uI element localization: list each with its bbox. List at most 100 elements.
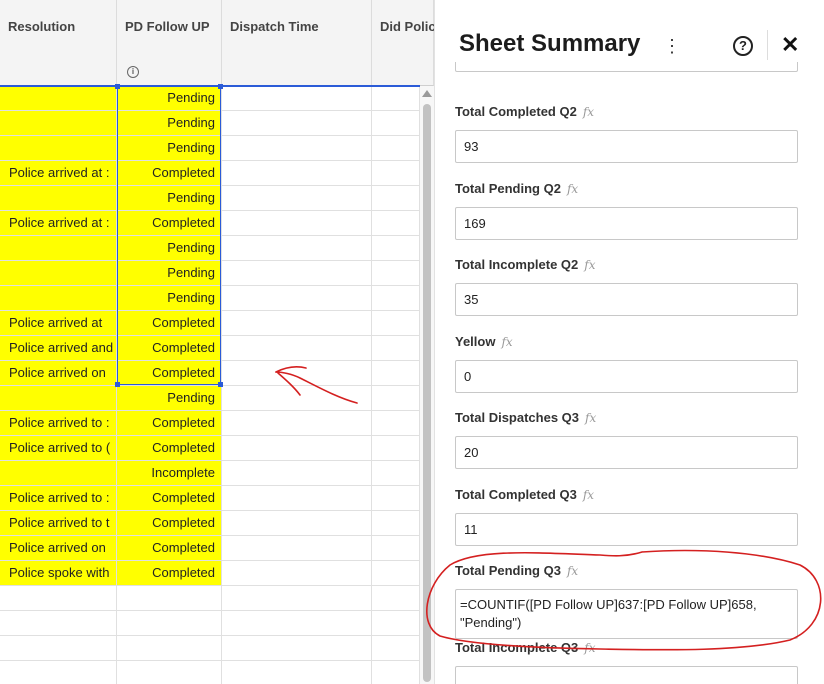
did-police-cell[interactable] (372, 136, 420, 161)
dispatch-time-cell[interactable] (222, 311, 372, 336)
did-police-cell[interactable] (372, 111, 420, 136)
summary-field-value[interactable]: 11 (455, 513, 798, 546)
formula-fx-icon[interactable]: fx (583, 105, 594, 119)
did-police-cell[interactable] (372, 236, 420, 261)
dispatch-time-cell[interactable] (222, 411, 372, 436)
resolution-cell[interactable]: Police arrived at (0, 311, 117, 336)
formula-fx-icon[interactable]: fx (567, 564, 578, 578)
did-police-cell[interactable] (372, 436, 420, 461)
resolution-cell[interactable]: Police arrived to : (0, 411, 117, 436)
pd-follow-up-cell[interactable]: Completed (117, 511, 222, 536)
column-header-dispatch-time[interactable]: Dispatch Time (222, 0, 372, 86)
resolution-cell[interactable] (0, 86, 117, 111)
did-police-cell[interactable] (372, 411, 420, 436)
pd-follow-up-cell[interactable]: Completed (117, 361, 222, 386)
pd-follow-up-cell[interactable]: Completed (117, 411, 222, 436)
did-police-cell[interactable] (372, 586, 420, 611)
did-police-cell[interactable] (372, 186, 420, 211)
resolution-cell[interactable] (0, 236, 117, 261)
dispatch-time-cell[interactable] (222, 386, 372, 411)
did-police-cell[interactable] (372, 211, 420, 236)
dispatch-time-cell[interactable] (222, 361, 372, 386)
dispatch-time-cell[interactable] (222, 211, 372, 236)
pd-follow-up-cell[interactable] (117, 586, 222, 611)
summary-field-value[interactable]: 35 (455, 283, 798, 316)
dispatch-time-cell[interactable] (222, 336, 372, 361)
dispatch-time-cell[interactable] (222, 111, 372, 136)
did-police-cell[interactable] (372, 511, 420, 536)
pd-follow-up-cell[interactable]: Incomplete (117, 461, 222, 486)
column-header-resolution[interactable]: Resolution (0, 0, 117, 86)
more-options-icon[interactable]: ⋮ (663, 36, 681, 56)
dispatch-time-cell[interactable] (222, 586, 372, 611)
pd-follow-up-cell[interactable] (117, 611, 222, 636)
dispatch-time-cell[interactable] (222, 461, 372, 486)
did-police-cell[interactable] (372, 561, 420, 586)
resolution-cell[interactable]: Police spoke with (0, 561, 117, 586)
vertical-scrollbar[interactable] (420, 86, 434, 684)
resolution-cell[interactable] (0, 286, 117, 311)
pd-follow-up-cell[interactable]: Pending (117, 261, 222, 286)
pd-follow-up-cell[interactable]: Completed (117, 336, 222, 361)
dispatch-time-cell[interactable] (222, 161, 372, 186)
resolution-cell[interactable] (0, 611, 117, 636)
dispatch-time-cell[interactable] (222, 436, 372, 461)
pd-follow-up-cell[interactable]: Pending (117, 186, 222, 211)
formula-fx-icon[interactable]: fx (584, 641, 595, 655)
dispatch-time-cell[interactable] (222, 86, 372, 111)
did-police-cell[interactable] (372, 361, 420, 386)
dispatch-time-cell[interactable] (222, 186, 372, 211)
pd-follow-up-cell[interactable]: Pending (117, 286, 222, 311)
formula-fx-icon[interactable]: fx (585, 411, 596, 425)
resolution-cell[interactable] (0, 661, 117, 684)
summary-field-value[interactable]: 0 (455, 360, 798, 393)
pd-follow-up-cell[interactable]: Completed (117, 436, 222, 461)
resolution-cell[interactable] (0, 261, 117, 286)
formula-fx-icon[interactable]: fx (583, 488, 594, 502)
resolution-cell[interactable]: Police arrived to t (0, 511, 117, 536)
dispatch-time-cell[interactable] (222, 611, 372, 636)
did-police-cell[interactable] (372, 636, 420, 661)
did-police-cell[interactable] (372, 336, 420, 361)
pd-follow-up-cell[interactable]: Completed (117, 486, 222, 511)
resolution-cell[interactable] (0, 586, 117, 611)
resolution-cell[interactable] (0, 186, 117, 211)
did-police-cell[interactable] (372, 161, 420, 186)
dispatch-time-cell[interactable] (222, 536, 372, 561)
formula-fx-icon[interactable]: fx (501, 335, 512, 349)
dispatch-time-cell[interactable] (222, 636, 372, 661)
pd-follow-up-cell[interactable] (117, 636, 222, 661)
resolution-cell[interactable]: Police arrived and (0, 336, 117, 361)
resolution-cell[interactable] (0, 386, 117, 411)
resolution-cell[interactable] (0, 461, 117, 486)
dispatch-time-cell[interactable] (222, 286, 372, 311)
pd-follow-up-cell[interactable] (117, 661, 222, 684)
resolution-cell[interactable] (0, 136, 117, 161)
info-icon[interactable]: i (127, 66, 139, 78)
summary-field-value[interactable] (455, 666, 798, 684)
did-police-cell[interactable] (372, 386, 420, 411)
dispatch-time-cell[interactable] (222, 236, 372, 261)
did-police-cell[interactable] (372, 536, 420, 561)
formula-input[interactable]: =COUNTIF([PD Follow UP]637:[PD Follow UP… (455, 589, 798, 639)
dispatch-time-cell[interactable] (222, 261, 372, 286)
did-police-cell[interactable] (372, 461, 420, 486)
column-header-did-police[interactable]: Did Polic (372, 0, 434, 86)
did-police-cell[interactable] (372, 261, 420, 286)
dispatch-time-cell[interactable] (222, 661, 372, 684)
pd-follow-up-cell[interactable]: Completed (117, 561, 222, 586)
pd-follow-up-cell[interactable]: Completed (117, 161, 222, 186)
did-police-cell[interactable] (372, 86, 420, 111)
resolution-cell[interactable]: Police arrived on (0, 536, 117, 561)
close-icon[interactable]: ✕ (781, 30, 799, 60)
summary-field-value[interactable]: 304 (455, 62, 798, 72)
resolution-cell[interactable] (0, 636, 117, 661)
pd-follow-up-cell[interactable]: Pending (117, 236, 222, 261)
dispatch-time-cell[interactable] (222, 511, 372, 536)
formula-fx-icon[interactable]: fx (567, 182, 578, 196)
summary-field-value[interactable]: 93 (455, 130, 798, 163)
resolution-cell[interactable]: Police arrived to ( (0, 436, 117, 461)
resolution-cell[interactable]: Police arrived at : (0, 161, 117, 186)
did-police-cell[interactable] (372, 661, 420, 684)
did-police-cell[interactable] (372, 311, 420, 336)
